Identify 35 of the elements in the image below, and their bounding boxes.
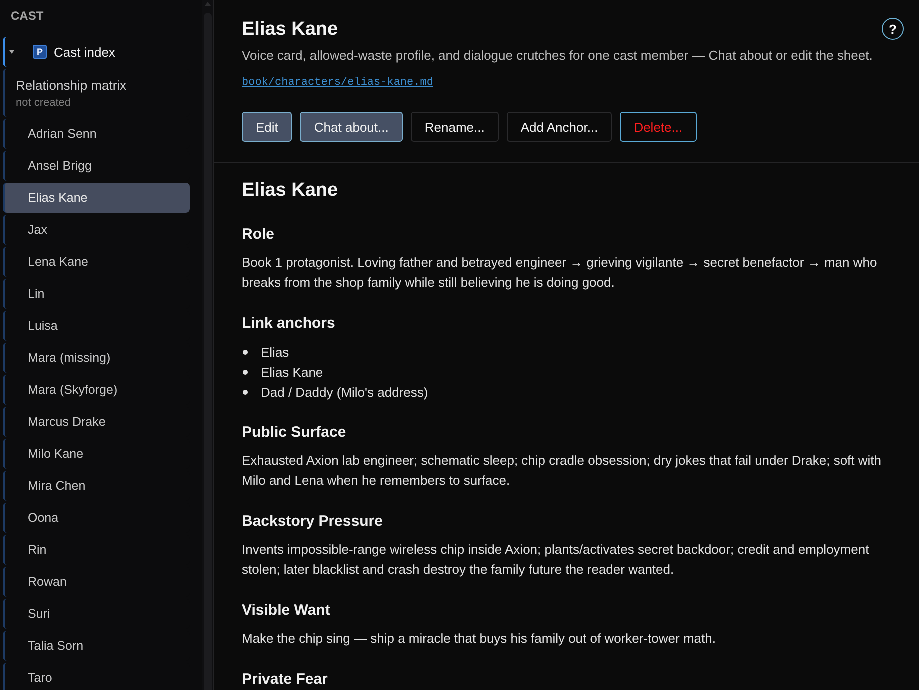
bullet-icon	[243, 390, 248, 394]
page-title: Elias Kane	[242, 18, 338, 42]
scrollbar-thumb[interactable]	[204, 13, 212, 690]
help-button[interactable]: ?	[882, 18, 904, 40]
section-text: Book 1 protagonist. Loving father and betrayed engineer → grieving vigilante → secret benefactor → man who breaks from the shop family while still believing he is doing good.	[242, 254, 878, 292]
sidebar-item[interactable]: Elias Kane	[3, 183, 190, 213]
document-title: Elias Kane	[242, 179, 338, 203]
section-text: Make the chip sing — ship a miracle that buys his family out of worker-tower math.	[242, 630, 717, 648]
scrollbar[interactable]	[202, 0, 213, 690]
bullet-icon	[243, 350, 248, 354]
section-heading: Private Fear	[242, 670, 328, 690]
action-button[interactable]: Add Anchor...	[506, 112, 612, 142]
list-item-text: Dad / Daddy (Milo's address)	[261, 384, 428, 400]
page-type-badge: P	[33, 45, 47, 59]
file-path-link[interactable]: book/characters/elias-kane.md	[242, 75, 434, 91]
item-status: not created	[16, 96, 72, 110]
section-heading: Role	[242, 225, 275, 245]
section-heading: Link anchors	[242, 314, 336, 334]
section-heading: Visible Want	[242, 601, 330, 621]
section-text: Invents impossible-range wireless chip inside Axion; plants/activates secret backdoor; credit and employment stolen; later blacklist and crash destroy the family future the reader wanted.	[242, 541, 870, 579]
action-button[interactable]: Chat about...	[300, 112, 403, 142]
action-button[interactable]: Delete...	[620, 112, 697, 142]
list-item-text: Elias	[261, 344, 290, 360]
page-description: Voice card, allowed-waste profile, and dialogue crutches for one cast member — Chat about or edit the sheet.	[242, 47, 873, 65]
list-item-text: Elias Kane	[261, 364, 324, 380]
bullet-icon	[243, 370, 248, 374]
action-button[interactable]: Edit	[242, 112, 292, 142]
sidebar-heading: CAST	[10, 8, 45, 25]
item-label: Relationship matrix	[16, 76, 127, 94]
action-button[interactable]: Rename...	[410, 112, 499, 142]
section-heading: Backstory Pressure	[242, 512, 383, 532]
caret-icon[interactable]	[9, 50, 15, 54]
section-text: Exhausted Axion lab engineer; schematic sleep; chip cradle obsession; dry jokes that fail under Drake; soft with Milo and Lena when he remembers to surface.	[242, 452, 883, 490]
section-heading: Public Surface	[242, 423, 346, 443]
cast-index-item[interactable]: P Cast index	[3, 37, 190, 67]
